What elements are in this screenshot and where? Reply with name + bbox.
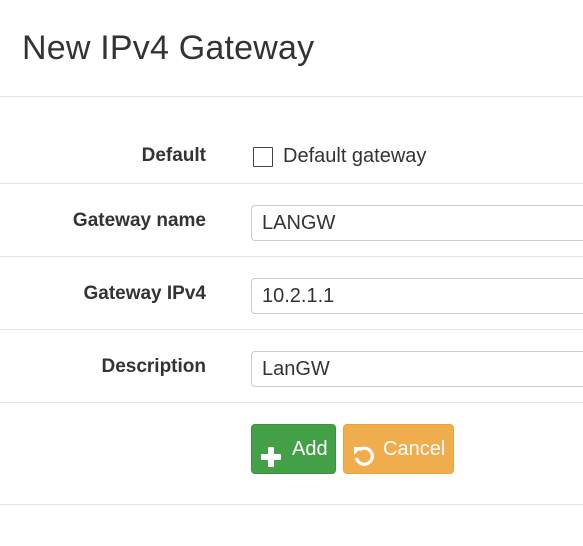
new-gateway-dialog: New IPv4 Gateway Default Default gateway…	[0, 0, 583, 546]
plus-icon	[260, 438, 282, 486]
default-gateway-checkbox[interactable]	[253, 147, 273, 167]
add-button-label: Add	[292, 438, 328, 460]
footer-divider	[0, 504, 583, 505]
description-input[interactable]: LanGW	[251, 351, 583, 387]
default-label: Default	[141, 145, 206, 166]
undo-icon	[352, 438, 376, 486]
gateway-name-label: Gateway name	[72, 210, 206, 231]
default-gateway-checkbox-label[interactable]: Default gateway	[283, 144, 426, 168]
row-divider	[0, 256, 583, 257]
description-label: Description	[101, 356, 206, 377]
gateway-ipv4-input[interactable]: 10.2.1.1	[251, 278, 583, 314]
title-divider	[0, 96, 583, 97]
dialog-title: New IPv4 Gateway	[22, 29, 315, 67]
gateway-name-input[interactable]: LANGW	[251, 205, 583, 241]
add-button[interactable]: Add	[251, 424, 336, 474]
row-divider	[0, 402, 583, 403]
gateway-ipv4-label: Gateway IPv4	[83, 283, 206, 304]
row-divider	[0, 183, 583, 184]
cancel-button[interactable]: Cancel	[343, 424, 454, 474]
cancel-button-label: Cancel	[383, 438, 446, 460]
row-divider	[0, 329, 583, 330]
